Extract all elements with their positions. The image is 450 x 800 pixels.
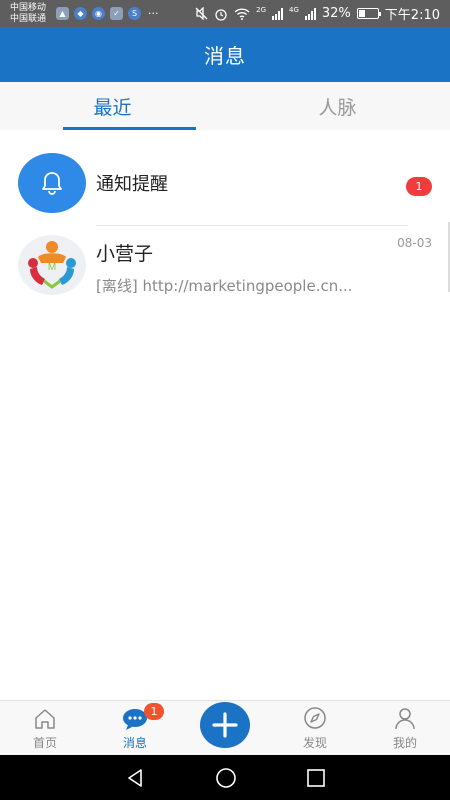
clock: 下午2:10 (384, 8, 440, 23)
nav-discover[interactable]: 发现 (270, 701, 360, 755)
network-4g: 4G (289, 5, 299, 14)
carrier-info: 中国移动 中国联通 (10, 3, 52, 25)
security-icon: ✓ (110, 7, 123, 20)
conversation-list: 通知提醒 1 M 小营子 [离线] http://marketingpeople… (0, 140, 450, 304)
add-button[interactable] (200, 702, 250, 748)
marketingpeople-logo: M (28, 241, 76, 289)
phone-screen: 中国移动 中国联通 ▲ ◆ ◉ ✓ S ··· 2G 4G 32% 下午2:10… (0, 0, 450, 800)
wifi-icon (234, 7, 250, 20)
home-circle-icon[interactable] (215, 767, 237, 789)
tab-bar: 最近 人脉 (0, 82, 450, 130)
nav-label-home: 首页 (32, 736, 57, 750)
recents-icon[interactable] (306, 768, 326, 788)
message-time: 08-03 (397, 236, 432, 250)
nav-label-me: 我的 (392, 736, 417, 750)
compass-icon (304, 707, 326, 729)
system-nav-bar (0, 755, 450, 800)
back-icon[interactable] (124, 767, 146, 789)
home-icon (35, 709, 55, 729)
nav-me[interactable]: 我的 (360, 701, 450, 755)
status-bar: 中国移动 中国联通 ▲ ◆ ◉ ✓ S ··· 2G 4G 32% 下午2:10 (0, 0, 450, 27)
tab-recent[interactable]: 最近 (0, 82, 225, 130)
user-icon (395, 708, 415, 730)
data-usage-icon: ▲ (56, 7, 69, 20)
battery-percent: 32% (321, 6, 351, 21)
alarm-icon (215, 8, 227, 21)
contact-name: 小营子 (96, 242, 154, 265)
battery-icon (356, 8, 381, 19)
signal-icon-2 (304, 7, 316, 20)
battery-fill (358, 10, 365, 17)
avatar-letter: M (48, 262, 56, 273)
notification-icons: ▲ ◆ ◉ ✓ S ··· (56, 7, 159, 20)
list-item-chat[interactable]: M 小营子 [离线] http://marketingpeople.cn... … (0, 226, 450, 304)
nav-home[interactable]: 首页 (0, 701, 90, 755)
avatar: M (18, 235, 86, 295)
app-notification-icon: ◉ (92, 7, 105, 20)
unread-badge: 1 (406, 177, 432, 196)
network-2g: 2G (256, 5, 266, 14)
status-right: 2G 4G 32% 下午2:10 (195, 4, 440, 23)
s-app-icon: S (128, 7, 141, 20)
more-notifications-icon: ··· (148, 7, 159, 20)
app-header: 消息 (0, 27, 450, 82)
nav-label-messages: 消息 (122, 736, 147, 750)
bell-icon (18, 153, 86, 213)
mute-icon (195, 7, 208, 20)
nav-unread-badge: 1 (144, 703, 164, 720)
chat-body: 小营子 [离线] http://marketingpeople.cn... (96, 226, 353, 304)
nav-label-discover: 发现 (302, 736, 327, 750)
signal-icon (272, 7, 283, 20)
list-item-notifications[interactable]: 通知提醒 1 (0, 140, 450, 226)
nav-messages[interactable]: 消息 1 (90, 701, 180, 755)
page-title: 消息 (204, 44, 246, 68)
plus-icon (212, 712, 238, 738)
message-preview: [离线] http://marketingpeople.cn... (96, 276, 353, 295)
tab-contacts[interactable]: 人脉 (225, 82, 450, 130)
carrier-1: 中国移动 (10, 2, 47, 13)
notification-title: 通知提醒 (96, 174, 168, 195)
shield-app-icon: ◆ (74, 7, 87, 20)
carrier-2: 中国联通 (10, 13, 47, 24)
